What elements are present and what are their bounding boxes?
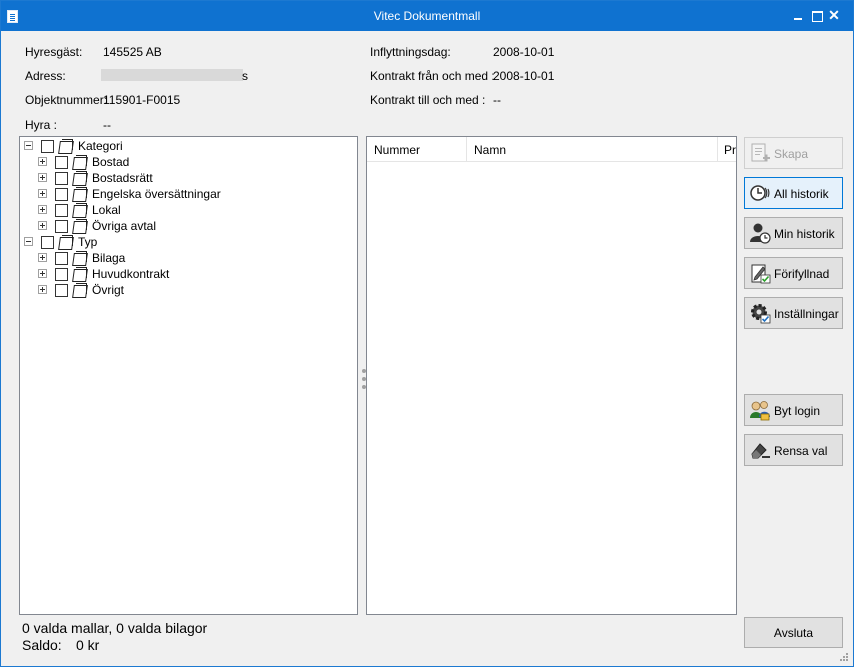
rensa-val-label: Rensa val <box>774 444 828 458</box>
kontrakt-fran-label: Kontrakt från och med : <box>370 69 495 83</box>
settings-gear-icon <box>751 304 771 324</box>
forifyllnad-label: Förifyllnad <box>774 267 830 281</box>
tree-node-label: Huvudkontrakt <box>92 267 170 281</box>
skapa-button[interactable]: Skapa <box>744 137 843 169</box>
close-button[interactable]: ✕ <box>826 7 842 23</box>
collapse-icon[interactable] <box>24 141 33 150</box>
tree-checkbox[interactable] <box>55 252 68 265</box>
objektnummer-label: Objektnummer: <box>25 93 108 107</box>
maximize-button[interactable] <box>808 7 824 23</box>
tree-checkbox[interactable] <box>55 188 68 201</box>
byt-login-label: Byt login <box>774 404 821 418</box>
folder-icon <box>72 251 88 265</box>
switch-user-icon <box>750 401 770 421</box>
folder-icon <box>58 235 74 249</box>
expand-icon[interactable] <box>38 173 47 182</box>
column-header-pri[interactable]: Pri <box>718 137 736 162</box>
template-list[interactable]: Nummer Namn Pri <box>366 136 737 615</box>
folder-icon <box>58 139 74 153</box>
expand-icon[interactable] <box>38 269 47 278</box>
saldo-label: Saldo: <box>22 637 62 653</box>
installningar-label: Inställningar <box>774 307 839 321</box>
folder-icon <box>72 171 88 185</box>
objektnummer-value: 115901-F0015 <box>103 93 181 107</box>
expand-icon[interactable] <box>38 285 47 294</box>
kontrakt-fran-value: 2008-10-01 <box>493 69 555 83</box>
rensa-val-button[interactable]: Rensa val <box>744 434 843 466</box>
all-historik-label: All historik <box>774 187 829 201</box>
selection-status: 0 valda mallar, 0 valda bilagor <box>22 620 208 636</box>
resize-grip-icon[interactable] <box>839 652 849 662</box>
minimize-button[interactable] <box>790 7 806 23</box>
expand-icon[interactable] <box>38 221 47 230</box>
expand-icon[interactable] <box>38 253 47 262</box>
adress-value: s <box>242 69 248 83</box>
inflyttningsdag-label: Inflyttningsdag: <box>370 45 451 59</box>
folder-icon <box>72 187 88 201</box>
redacted-address <box>101 69 243 81</box>
tree-checkbox[interactable] <box>55 172 68 185</box>
kontrakt-till-value: -- <box>493 93 501 107</box>
folder-icon <box>72 267 88 281</box>
forifyllnad-button[interactable]: Förifyllnad <box>744 257 843 289</box>
all-historik-button[interactable]: All historik <box>744 177 843 209</box>
avsluta-button[interactable]: Avsluta <box>744 617 843 648</box>
expand-icon[interactable] <box>38 157 47 166</box>
create-document-icon <box>751 143 770 162</box>
tree-node-label: Lokal <box>92 203 121 217</box>
category-tree[interactable]: Kategori Bostad Bostadsrätt Engelska öve… <box>19 136 358 615</box>
expand-icon[interactable] <box>38 205 47 214</box>
tree-checkbox[interactable] <box>41 140 54 153</box>
tree-checkbox[interactable] <box>55 284 68 297</box>
hyra-value: -- <box>103 118 111 132</box>
user-history-icon <box>750 223 771 244</box>
hyresgast-label: Hyresgäst: <box>25 45 83 59</box>
tree-checkbox[interactable] <box>41 236 54 249</box>
min-historik-button[interactable]: Min historik <box>744 217 843 249</box>
collapse-icon[interactable] <box>24 237 33 246</box>
title-bar[interactable]: Vitec Dokumentmall ✕ <box>1 1 853 31</box>
tree-checkbox[interactable] <box>55 220 68 233</box>
inflyttningsdag-value: 2008-10-01 <box>493 45 555 59</box>
tree-checkbox[interactable] <box>55 268 68 281</box>
main-window: Vitec Dokumentmall ✕ Hyresgäst: 145525 A… <box>0 0 854 667</box>
expand-icon[interactable] <box>38 189 47 198</box>
tree-node-label: Bostadsrätt <box>92 171 153 185</box>
window-title: Vitec Dokumentmall <box>373 9 481 23</box>
tree-node-label: Bostad <box>92 155 130 169</box>
tree-node-label: Typ <box>78 235 98 249</box>
tree-checkbox[interactable] <box>55 156 68 169</box>
column-header-namn[interactable]: Namn <box>467 137 718 162</box>
column-header-nummer[interactable]: Nummer <box>367 137 467 162</box>
tree-node-label: Övriga avtal <box>92 219 157 233</box>
folder-icon <box>72 283 88 297</box>
tree-node-label: Kategori <box>78 139 123 153</box>
hyresgast-value: 145525 AB <box>103 45 162 59</box>
eraser-icon <box>751 443 770 459</box>
history-clock-icon <box>750 185 770 201</box>
hyra-label: Hyra : <box>25 118 58 132</box>
min-historik-label: Min historik <box>774 227 835 241</box>
skapa-label: Skapa <box>774 147 809 161</box>
tree-node-label: Engelska översättningar <box>92 187 221 201</box>
installningar-button[interactable]: Inställningar <box>744 297 843 329</box>
saldo-value: 0 kr <box>76 637 100 653</box>
adress-label: Adress: <box>25 69 66 83</box>
tree-node-label: Bilaga <box>92 251 126 265</box>
tree-checkbox[interactable] <box>55 204 68 217</box>
list-header: Nummer Namn Pri <box>367 137 736 162</box>
byt-login-button[interactable]: Byt login <box>744 394 843 426</box>
tree-node-label: Övrigt <box>92 283 125 297</box>
kontrakt-till-label: Kontrakt till och med : <box>370 93 486 107</box>
folder-icon <box>72 219 88 233</box>
prefill-document-icon <box>751 264 771 284</box>
folder-icon <box>72 203 88 217</box>
folder-icon <box>72 155 88 169</box>
